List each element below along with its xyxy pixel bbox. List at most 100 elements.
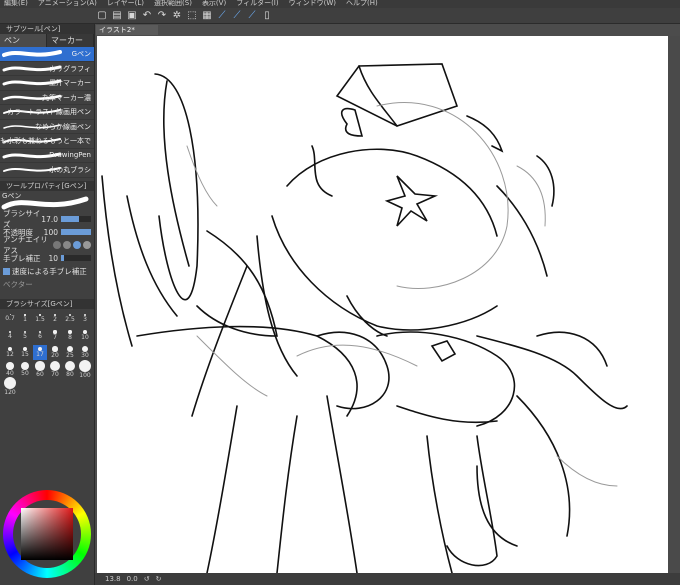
brush-size-cell[interactable]: 5 [18, 328, 32, 343]
command-bar: ▢ ▤ ▣ ↶ ↷ ✲ ⬚ ▦ ⟋ ⟋ ⟋ ▯ [0, 8, 680, 24]
pen-c-icon[interactable]: ⟋ [246, 10, 258, 22]
menu-item-4[interactable]: 表示(V) [202, 0, 226, 8]
menu-item-6[interactable]: ウィンドウ(W) [289, 0, 336, 8]
brush-size-cell[interactable]: 60 [33, 361, 47, 378]
brush-size-dot [35, 361, 45, 371]
open-icon[interactable]: ▤ [111, 10, 123, 22]
brush-size-cell[interactable]: 20 [48, 345, 62, 360]
brush-item[interactable]: 墨汁マーカー [0, 76, 94, 91]
brush-size-label: 6 [38, 333, 42, 341]
brush-label: 墨汁マーカー [49, 79, 91, 87]
aa-mid-icon[interactable] [73, 241, 81, 249]
speed-row[interactable]: 速度による手ブレ補正 [0, 265, 94, 278]
brush-size-cell[interactable]: 30 [78, 345, 92, 360]
undo-icon[interactable]: ↶ [141, 10, 153, 22]
vertical-scrollbar[interactable] [668, 36, 680, 573]
tab-marker[interactable]: マーカー [47, 34, 94, 47]
brush-size-cell[interactable]: 50 [18, 361, 32, 377]
brush-size-cell[interactable]: 12 [3, 345, 17, 360]
brush-size-cell[interactable]: 7 [48, 328, 62, 343]
menu-item-7[interactable]: ヘルプ(H) [346, 0, 378, 8]
opacity-slider[interactable] [61, 229, 91, 235]
aa-strong-icon[interactable] [83, 241, 91, 249]
brush-label: なめらか線画ペン [35, 122, 91, 131]
brush-size-cell[interactable]: 1.5 [33, 311, 47, 326]
menu-item-1[interactable]: アニメーション(A) [38, 0, 97, 8]
brush-item[interactable]: Gペン [0, 47, 94, 62]
brush-size-cell[interactable]: 10 [78, 328, 92, 343]
brush-item[interactable]: カリグラフィ [0, 62, 94, 76]
brush-size-cell[interactable]: 3 [78, 311, 92, 326]
brush-size-label: 15 [21, 351, 29, 359]
brush-size-slider[interactable] [61, 216, 91, 222]
brush-size-label: 2.5 [65, 315, 75, 323]
brush-size-cell[interactable]: 120 [3, 377, 17, 396]
pen-a-icon[interactable]: ⟋ [216, 10, 228, 22]
brush-size-dot [20, 361, 30, 371]
brush-size-cell[interactable]: 4 [3, 328, 17, 343]
document-tab[interactable]: イラスト2* [96, 25, 158, 35]
rotate-right-icon[interactable]: ↻ [156, 575, 162, 583]
brush-size-cell[interactable]: 70 [48, 360, 62, 378]
brush-size-cell[interactable]: 17 [33, 344, 47, 360]
menu-item-2[interactable]: レイヤー(L) [107, 0, 144, 8]
brush-size-label: 8 [68, 333, 72, 341]
drawing-canvas[interactable] [97, 36, 668, 574]
pen-b-icon[interactable]: ⟋ [231, 10, 243, 22]
speed-checkbox[interactable] [3, 267, 10, 275]
phone-icon[interactable]: ▯ [261, 10, 273, 22]
brush-label: カラートラスト線画用ペン [7, 108, 91, 116]
brush-size-label: 3 [83, 316, 87, 324]
brush-size-cell[interactable]: 25 [63, 345, 77, 360]
rotate-left-icon[interactable]: ↺ [144, 575, 150, 583]
brush-size-cell[interactable]: 2.5 [63, 311, 77, 326]
brush-size-row[interactable]: ブラシサイズ 17.0 [0, 209, 94, 229]
settings-icon[interactable]: ✲ [171, 10, 183, 22]
tab-pen[interactable]: ペン [0, 34, 47, 47]
brush-size-cell[interactable]: 6 [33, 328, 47, 343]
aa-none-icon[interactable] [53, 241, 61, 249]
brush-size-label: 80 [66, 371, 74, 379]
brush-size-dot [49, 360, 61, 372]
brush-item[interactable]: 水の丸ブラシ [0, 163, 94, 178]
brush-size-cell[interactable]: 100 [78, 360, 92, 379]
left-panel: サブツール[ペン] ペン マーカー Gペンカリグラフィ墨汁マーカー丸筆マーカー濃… [0, 24, 95, 585]
brush-size-cell[interactable]: 15 [18, 345, 32, 360]
antialias-row[interactable]: アンチエイリアス [0, 235, 94, 255]
transform-icon[interactable]: ⬚ [186, 10, 198, 22]
new-icon[interactable]: ▢ [96, 10, 108, 22]
color-wheel[interactable] [3, 490, 91, 578]
brush-size-cell[interactable]: 80 [63, 360, 77, 379]
zoom-value[interactable]: 13.8 [105, 575, 121, 583]
select-icon[interactable]: ▦ [201, 10, 213, 22]
brush-size-cell[interactable]: 1 [18, 311, 32, 326]
aa-weak-icon[interactable] [63, 241, 71, 249]
brush-item[interactable]: 丸筆マーカー濃 [0, 91, 94, 105]
brush-size-cell[interactable]: 40 [3, 362, 17, 377]
brush-size-label: 4 [8, 333, 12, 341]
color-sv-square[interactable] [21, 508, 73, 560]
brush-size-label: 25 [66, 352, 74, 359]
brush-size-label: 60 [36, 370, 44, 378]
save-icon[interactable]: ▣ [126, 10, 138, 22]
brush-label: Gペン [71, 50, 91, 58]
redo-icon[interactable]: ↷ [156, 10, 168, 22]
status-bar: 13.8 0.0 ↺ ↻ [95, 573, 680, 585]
brush-size-label: 20 [51, 351, 59, 359]
menu-item-5[interactable]: フィルター(I) [236, 0, 278, 8]
brush-size-label: 10 [81, 333, 89, 341]
brush-size-cell[interactable]: 8 [63, 328, 77, 343]
menu-item-0[interactable]: 編集(E) [4, 0, 28, 8]
brush-size-cell[interactable]: 2 [48, 311, 62, 326]
angle-value[interactable]: 0.0 [127, 575, 138, 583]
brush-item[interactable]: DrawingPen [0, 149, 94, 163]
brush-item[interactable]: なめらか線画ペン [0, 120, 94, 134]
brush-item[interactable]: 主線も水彩も兼ねるもっと一本で [0, 134, 94, 149]
brush-item[interactable]: カラートラスト線画用ペン [0, 105, 94, 120]
brush-size-cell[interactable]: 0.7 [3, 311, 17, 326]
menu-item-3[interactable]: 選択範囲(S) [154, 0, 192, 8]
tool-property-header: ツールプロパティ[Gペン] [0, 180, 94, 191]
stabilization-slider[interactable] [61, 255, 91, 261]
vector-row[interactable]: ベクター [0, 278, 94, 291]
subtool-header: サブツール[ペン] [0, 24, 94, 34]
